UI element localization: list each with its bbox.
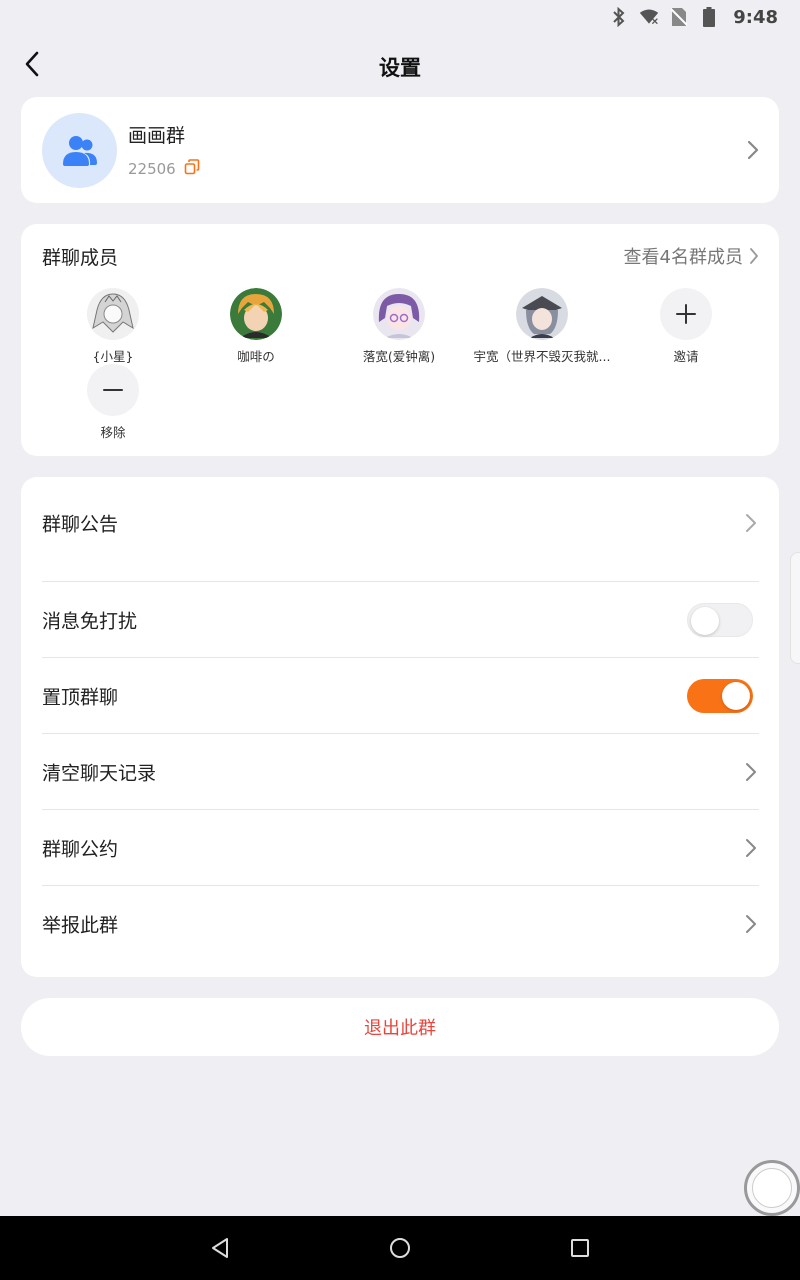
- group-name: 画画群: [128, 125, 186, 147]
- side-edge-handle[interactable]: [790, 552, 800, 664]
- member-name: 咖啡の: [237, 349, 275, 364]
- announcement-label: 群聊公告: [42, 513, 119, 536]
- view-all-members-link[interactable]: 查看4名群成员: [624, 243, 759, 269]
- member-avatar: [230, 288, 282, 340]
- clear-history-row[interactable]: 清空聊天记录: [42, 734, 759, 810]
- group-id: 22506: [128, 160, 176, 178]
- no-sim-icon: [669, 7, 689, 27]
- clear-history-label: 清空聊天记录: [42, 762, 157, 784]
- group-id-row: 22506: [128, 159, 200, 179]
- group-avatar: [42, 113, 117, 188]
- circle-home-icon: [390, 1238, 410, 1258]
- member-item[interactable]: 落宽(爱钟离): [324, 288, 474, 365]
- pin-label: 置顶群聊: [42, 686, 119, 708]
- square-recents-icon: [571, 1239, 589, 1257]
- exit-group-label: 退出此群: [364, 1018, 436, 1039]
- chevron-right-icon: [743, 914, 759, 934]
- remove-label: 移除: [100, 425, 126, 440]
- report-row[interactable]: 举报此群: [42, 886, 759, 962]
- group-users-icon: [62, 135, 97, 166]
- bluetooth-icon: [609, 7, 629, 27]
- rules-label: 群聊公约: [42, 838, 119, 860]
- exit-group-button[interactable]: 退出此群: [21, 998, 779, 1056]
- chevron-right-icon: [743, 838, 759, 858]
- status-time: 9:48: [733, 6, 778, 28]
- triangle-back-icon: [212, 1238, 228, 1258]
- member-avatar: [87, 288, 139, 340]
- chevron-right-icon: [750, 248, 758, 264]
- member-name: 宇宽（世界不毁灭我就...: [473, 349, 611, 364]
- settings-card: 群聊公告 消息免打扰 置顶群聊 清空聊天记录 群聊公约 举报此群: [21, 477, 779, 977]
- system-nav-bar: [0, 1216, 800, 1280]
- status-bar: 9:48: [0, 0, 800, 34]
- invite-member-button[interactable]: 邀请: [611, 288, 761, 365]
- members-title: 群聊成员: [42, 247, 119, 269]
- member-name: 落宽(爱钟离): [362, 349, 436, 364]
- header: 设置: [0, 34, 800, 96]
- nav-home-button[interactable]: [380, 1228, 420, 1268]
- mute-toggle[interactable]: [687, 602, 753, 637]
- pin-row: 置顶群聊: [42, 658, 759, 734]
- copy-icon[interactable]: [184, 159, 200, 179]
- group-info-card[interactable]: 画画群 22506: [21, 97, 779, 203]
- minus-icon: [87, 364, 139, 416]
- member-avatar: [373, 288, 425, 340]
- mute-row: 消息免打扰: [42, 582, 759, 658]
- member-avatar: [516, 288, 568, 340]
- nav-recents-button[interactable]: [560, 1228, 600, 1268]
- wifi-icon: [639, 7, 659, 27]
- view-all-members-label: 查看4名群成员: [623, 247, 743, 268]
- member-item[interactable]: 咖啡の: [181, 288, 331, 365]
- remove-member-button[interactable]: 移除: [38, 364, 188, 441]
- mute-label: 消息免打扰: [42, 610, 138, 632]
- rules-row[interactable]: 群聊公约: [42, 810, 759, 886]
- chevron-right-icon: [743, 762, 759, 782]
- battery-icon: [699, 7, 719, 27]
- invite-label: 邀请: [673, 349, 699, 364]
- nav-back-button[interactable]: [200, 1228, 240, 1268]
- assistive-touch-icon: [752, 1168, 792, 1208]
- announcement-row[interactable]: 群聊公告: [42, 481, 759, 582]
- chevron-right-icon: [743, 513, 759, 533]
- report-label: 举报此群: [42, 914, 119, 937]
- member-name: {小星}: [92, 349, 134, 364]
- page-title: 设置: [379, 56, 421, 80]
- members-card: 群聊成员 查看4名群成员 {小星} 咖啡の 落宽(爱钟离) 宇宽（世界不毁灭我就…: [21, 224, 779, 456]
- pin-toggle[interactable]: [687, 678, 753, 713]
- member-item[interactable]: {小星}: [38, 288, 188, 365]
- plus-icon: [660, 288, 712, 340]
- member-item[interactable]: 宇宽（世界不毁灭我就...: [467, 288, 617, 365]
- assistive-touch-button[interactable]: [744, 1160, 800, 1216]
- chevron-right-icon: [745, 140, 761, 160]
